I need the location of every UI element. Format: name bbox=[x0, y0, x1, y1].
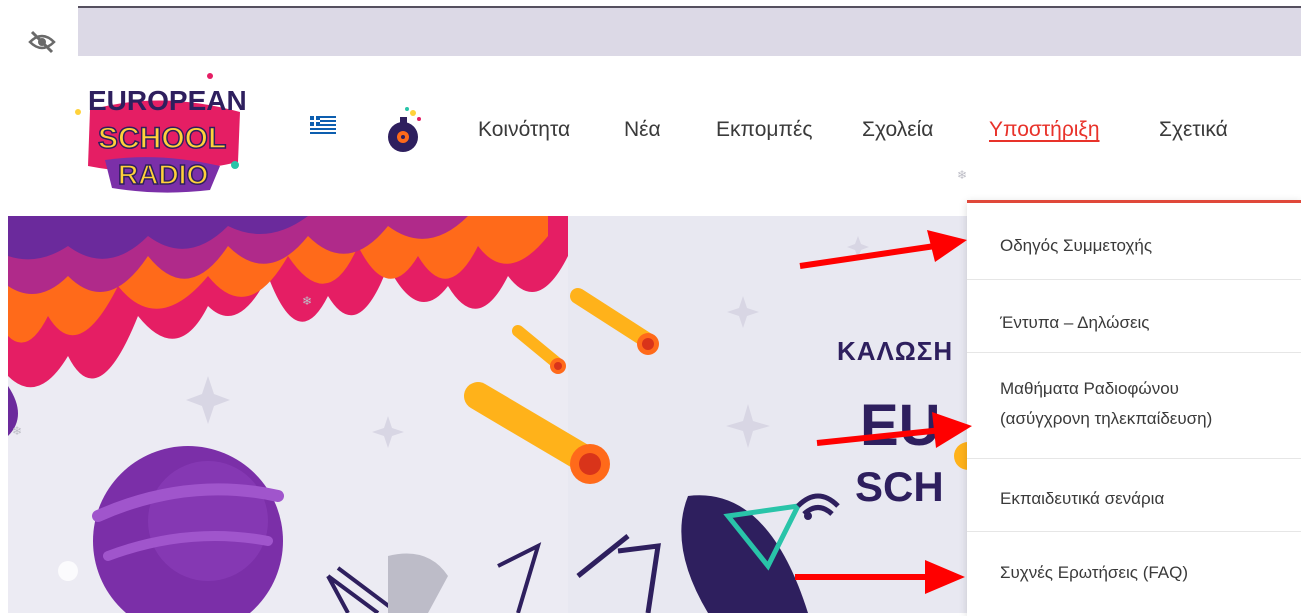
snowflake-icon: ❄ bbox=[957, 168, 968, 182]
dropdown-item-label: Έντυπα – Δηλώσεις bbox=[1000, 313, 1150, 332]
dropdown-item-label: Εκπαιδευτικά σενάρια bbox=[1000, 489, 1165, 508]
accessibility-bar bbox=[78, 6, 1301, 56]
nav-item-schools[interactable]: Σχολεία bbox=[862, 118, 933, 142]
dropdown-item-participation-guide[interactable]: Οδηγός Συμμετοχής bbox=[967, 203, 1301, 280]
site-logo[interactable]: EUROPEAN SCHOOL RADIO bbox=[70, 70, 250, 195]
dropdown-item-label: Οδηγός Συμμετοχής bbox=[1000, 236, 1153, 255]
dropdown-item-radio-lessons[interactable]: Μαθήματα Ραδιοφώνου (ασύγχρονη τηλεκπαίδ… bbox=[967, 353, 1301, 459]
logo-line2: SCHOOL bbox=[98, 122, 226, 155]
eye-off-icon[interactable] bbox=[26, 26, 58, 58]
logo-line3: RADIO bbox=[118, 159, 208, 190]
greek-flag-icon[interactable] bbox=[310, 116, 336, 134]
logo-line1: EUROPEAN bbox=[88, 85, 247, 116]
nav-item-news[interactable]: Νέα bbox=[624, 118, 661, 142]
dropdown-item-educational-scenarios[interactable]: Εκπαιδευτικά σενάρια bbox=[967, 459, 1301, 532]
dropdown-item-label-line2: (ασύγχρονη τηλεκπαίδευση) bbox=[1000, 409, 1213, 428]
support-dropdown-menu: Οδηγός Συμμετοχής Έντυπα – Δηλώσεις Μαθή… bbox=[967, 200, 1301, 616]
snowflake-icon: ❄ bbox=[302, 294, 313, 308]
nav-item-shows[interactable]: Εκπομπές bbox=[716, 118, 812, 142]
radio-bomb-icon[interactable] bbox=[385, 105, 425, 157]
annotation-arrow-icon bbox=[795, 560, 965, 594]
annotation-arrow-icon bbox=[816, 412, 972, 448]
nav-item-support[interactable]: Υποστήριξη bbox=[989, 118, 1100, 142]
nav-item-about[interactable]: Σχετικά bbox=[1159, 118, 1228, 142]
dropdown-item-label-line1: Μαθήματα Ραδιοφώνου bbox=[1000, 379, 1179, 398]
hero-logo-text-2: SCH bbox=[855, 463, 944, 510]
hero-welcome-text: ΚΑΛΩΣΗ bbox=[837, 336, 954, 366]
dropdown-item-forms[interactable]: Έντυπα – Δηλώσεις bbox=[967, 280, 1301, 353]
nav-item-community[interactable]: Κοινότητα bbox=[478, 118, 570, 142]
annotation-arrow-icon bbox=[799, 230, 967, 269]
dropdown-item-faq[interactable]: Συχνές Ερωτήσεις (FAQ) bbox=[967, 532, 1301, 616]
dropdown-item-label: Συχνές Ερωτήσεις (FAQ) bbox=[1000, 563, 1189, 582]
snowflake-icon: ❄ bbox=[12, 424, 23, 438]
